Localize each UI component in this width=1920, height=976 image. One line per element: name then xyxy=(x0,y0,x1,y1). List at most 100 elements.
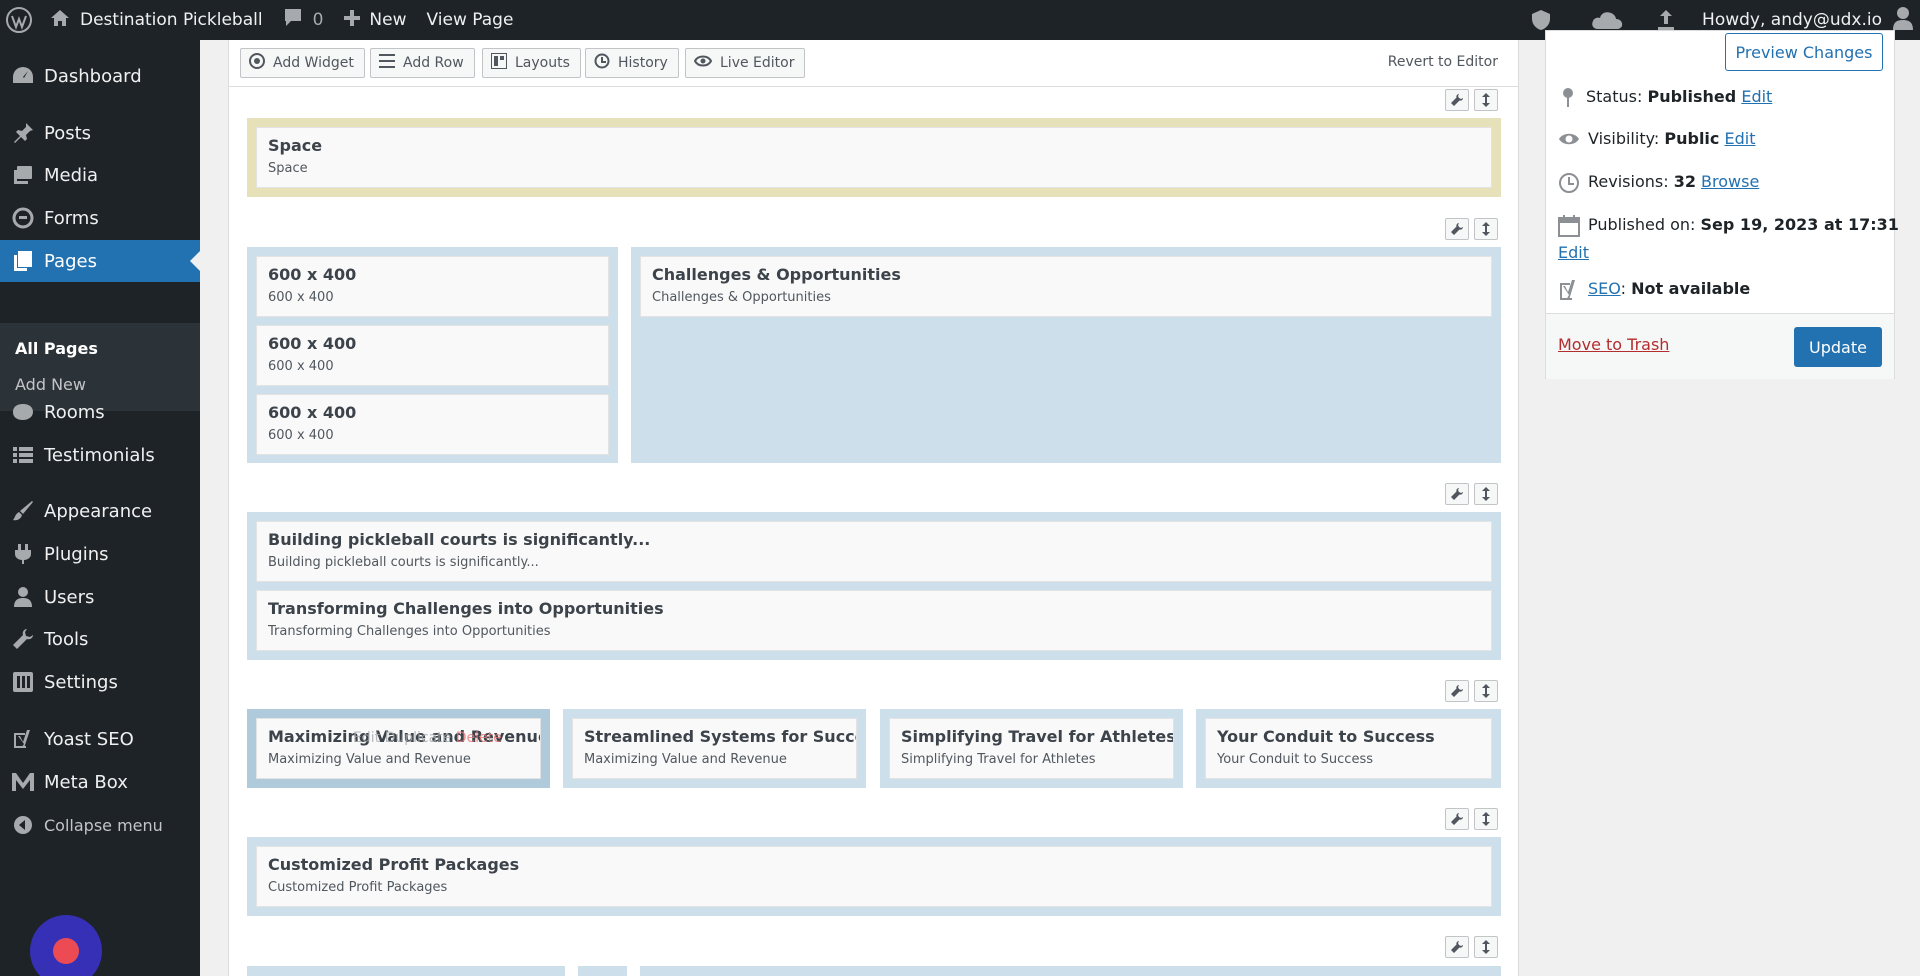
widget-text[interactable]: Building pickleball courts is significan… xyxy=(256,521,1492,582)
widget-feature[interactable]: Maximizing Value and Revenue Maximizing … xyxy=(256,718,541,779)
record-button[interactable] xyxy=(30,915,102,976)
move-handle-icon[interactable] xyxy=(1474,218,1498,240)
widget-title: Challenges & Opportunities xyxy=(652,265,901,284)
widget-space[interactable]: Space Space xyxy=(256,127,1492,188)
menu-pages[interactable]: Pages xyxy=(0,240,200,282)
view-page-link[interactable]: View Page xyxy=(417,0,524,40)
builder-cell[interactable] xyxy=(640,966,1501,976)
comment-icon xyxy=(283,8,303,32)
menu-media-label: Media xyxy=(44,164,99,186)
wrench-icon[interactable] xyxy=(1445,483,1469,505)
menu-meta-box[interactable]: Meta Box xyxy=(0,761,200,803)
pushpin-icon xyxy=(0,122,44,144)
browse-revisions-link[interactable]: Browse xyxy=(1701,172,1759,191)
new-label: New xyxy=(369,10,407,30)
wordpress-logo-icon[interactable] xyxy=(0,0,40,40)
new-content-link[interactable]: New xyxy=(333,0,416,40)
menu-testimonials[interactable]: Testimonials xyxy=(0,434,200,476)
menu-rooms[interactable]: Rooms xyxy=(0,391,200,433)
menu-media[interactable]: Media xyxy=(0,154,200,196)
builder-row[interactable]: Space Space xyxy=(247,118,1501,197)
widget-heading[interactable]: Customized Profit Packages Customized Pr… xyxy=(256,846,1492,907)
move-handle-icon[interactable] xyxy=(1474,808,1498,830)
move-to-trash-link[interactable]: Move to Trash xyxy=(1558,335,1669,354)
wrench-icon[interactable] xyxy=(1445,936,1469,958)
builder-row[interactable]: Building pickleball courts is significan… xyxy=(247,512,1501,660)
builder-cell[interactable]: Your Conduit to Success Your Conduit to … xyxy=(1196,709,1501,788)
live-editor-label: Live Editor xyxy=(720,55,795,71)
builder-row[interactable]: Maximizing Value and Revenue Maximizing … xyxy=(247,709,1501,788)
calendar-icon xyxy=(1558,215,1580,241)
edit-visibility-link[interactable]: Edit xyxy=(1725,129,1756,148)
builder-cell[interactable] xyxy=(247,966,565,976)
menu-rooms-label: Rooms xyxy=(44,401,105,423)
widget-image[interactable]: 600 x 400 600 x 400 xyxy=(256,256,609,317)
move-handle-icon[interactable] xyxy=(1474,936,1498,958)
add-widget-button[interactable]: Add Widget xyxy=(240,48,365,78)
edit-status-link[interactable]: Edit xyxy=(1741,87,1772,106)
menu-yoast-seo-label: Yoast SEO xyxy=(44,728,134,750)
widget-feature[interactable]: Streamlined Systems for Success Maximizi… xyxy=(572,718,857,779)
revert-to-editor-link[interactable]: Revert to Editor xyxy=(1388,54,1498,70)
menu-plugins[interactable]: Plugins xyxy=(0,533,200,575)
builder-row[interactable]: Customized Profit Packages Customized Pr… xyxy=(247,837,1501,916)
update-button[interactable]: Update xyxy=(1794,327,1882,367)
preview-changes-button[interactable]: Preview Changes xyxy=(1725,33,1883,71)
live-editor-button[interactable]: Live Editor xyxy=(685,48,806,78)
widget-heading[interactable]: Transforming Challenges into Opportuniti… xyxy=(256,590,1492,651)
history-button[interactable]: History xyxy=(585,48,679,78)
widget-image[interactable]: 600 x 400 600 x 400 xyxy=(256,325,609,386)
move-handle-icon[interactable] xyxy=(1474,680,1498,702)
layouts-button[interactable]: Layouts xyxy=(482,48,581,78)
widget-title: Your Conduit to Success xyxy=(1217,727,1435,746)
menu-forms[interactable]: Forms xyxy=(0,197,200,239)
menu-settings[interactable]: Settings xyxy=(0,661,200,703)
widget-feature[interactable]: Your Conduit to Success Your Conduit to … xyxy=(1205,718,1492,779)
menu-dashboard[interactable]: Dashboard xyxy=(0,55,200,97)
builder-row[interactable] xyxy=(247,966,1501,976)
move-handle-icon[interactable] xyxy=(1474,483,1498,505)
builder-cell[interactable] xyxy=(578,966,627,976)
row-tools xyxy=(1445,218,1498,240)
menu-tools[interactable]: Tools xyxy=(0,618,200,660)
wrench-icon[interactable] xyxy=(1445,808,1469,830)
collapse-menu-button[interactable]: Collapse menu xyxy=(0,804,200,846)
wrench-icon[interactable] xyxy=(1445,680,1469,702)
move-handle-icon[interactable] xyxy=(1474,89,1498,111)
builder-cell[interactable]: 600 x 400 600 x 400 600 x 400 600 x 400 … xyxy=(247,247,618,463)
published-on-value: Sep 19, 2023 at 17:31 xyxy=(1700,215,1899,234)
comments-link[interactable]: 0 xyxy=(273,0,334,40)
yoast-seo-icon xyxy=(1558,279,1580,305)
widget-subtitle: Customized Profit Packages xyxy=(268,880,448,895)
post-status: Status: Published Edit xyxy=(1558,87,1772,111)
builder-row[interactable]: 600 x 400 600 x 400 600 x 400 600 x 400 … xyxy=(247,247,1501,463)
menu-posts[interactable]: Posts xyxy=(0,112,200,154)
builder-cell[interactable]: Maximizing Value and Revenue Maximizing … xyxy=(247,709,550,788)
widget-duplicate-link[interactable]: Duplicate xyxy=(385,730,452,746)
wrench-icon[interactable] xyxy=(1445,89,1469,111)
forms-icon xyxy=(0,207,44,229)
menu-plugins-label: Plugins xyxy=(44,543,109,565)
submenu-all-pages[interactable]: All Pages xyxy=(15,339,98,358)
widget-delete-link[interactable]: Delete xyxy=(456,730,502,746)
wrench-icon[interactable] xyxy=(1445,218,1469,240)
site-name-link[interactable]: Destination Pickleball xyxy=(40,0,273,40)
widget-feature[interactable]: Simplifying Travel for Athletes Simplify… xyxy=(889,718,1174,779)
menu-appearance[interactable]: Appearance xyxy=(0,490,200,532)
status-value: Published xyxy=(1647,87,1737,106)
rows-icon xyxy=(379,54,395,72)
site-name: Destination Pickleball xyxy=(80,10,263,30)
post-published-on: Published on: Sep 19, 2023 at 17:31 Edit xyxy=(1558,215,1899,262)
edit-date-link[interactable]: Edit xyxy=(1558,243,1589,262)
widget-image[interactable]: 600 x 400 600 x 400 xyxy=(256,394,609,455)
widget-edit-link[interactable]: Edit xyxy=(353,730,380,746)
widget-heading[interactable]: Challenges & Opportunities Challenges & … xyxy=(640,256,1492,317)
builder-cell[interactable]: Simplifying Travel for Athletes Simplify… xyxy=(880,709,1183,788)
seo-link[interactable]: SEO xyxy=(1588,279,1621,298)
menu-yoast-seo[interactable]: Yoast SEO xyxy=(0,718,200,760)
builder-cell[interactable]: Challenges & Opportunities Challenges & … xyxy=(631,247,1501,463)
menu-users[interactable]: Users xyxy=(0,576,200,618)
add-row-button[interactable]: Add Row xyxy=(370,48,475,78)
builder-cell[interactable]: Streamlined Systems for Success Maximizi… xyxy=(563,709,866,788)
users-icon xyxy=(0,586,44,608)
